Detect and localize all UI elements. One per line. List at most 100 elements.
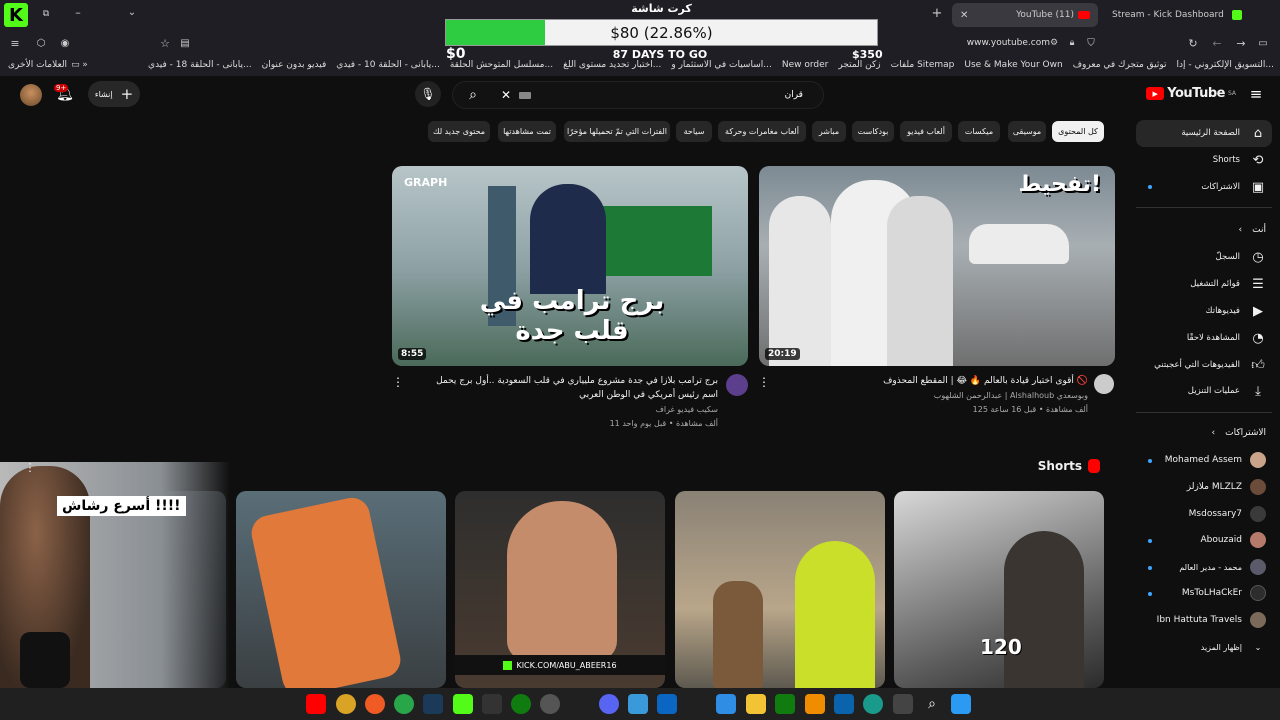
more-options-icon[interactable]: ⋮ — [392, 374, 404, 390]
chip-new-to-you[interactable]: محتوى جديد لك — [428, 121, 490, 142]
search-icon[interactable]: ⌕ — [465, 87, 481, 103]
avatar[interactable] — [20, 84, 42, 106]
discord-app-icon[interactable] — [599, 694, 619, 714]
chrome-app-icon[interactable] — [336, 694, 356, 714]
video-channel[interactable]: عبدالرحمن الشلهوب | Alshalhoub وبوسعدي — [790, 389, 1088, 403]
account-icon[interactable]: ◉ — [58, 36, 72, 50]
bookmark-item[interactable]: New order — [782, 60, 829, 70]
teams-app-icon[interactable] — [775, 694, 795, 714]
chip-music[interactable]: موسيقى — [1008, 121, 1046, 142]
video-title[interactable]: أقوى اختبار قيادة بالعالم 🔥 😂 | المقطع ا… — [790, 374, 1088, 388]
bookmark-item[interactable]: فيديو بدون عنوان — [262, 60, 327, 70]
steam-app-icon[interactable] — [423, 694, 443, 714]
bookmark-item[interactable]: التسويق الإلكتروني - إدا... — [1177, 60, 1274, 70]
more-options-icon[interactable]: ⋮ — [24, 460, 36, 474]
shield-icon[interactable]: ⛉ — [1085, 36, 1097, 50]
forward-icon[interactable]: ← — [1210, 36, 1224, 50]
outlook-app-icon[interactable] — [834, 694, 854, 714]
guide-menu-icon[interactable]: ≡ — [1248, 85, 1264, 103]
short-thumbnail[interactable] — [236, 491, 446, 688]
vlc-app-icon[interactable] — [805, 694, 825, 714]
video-thumbnail[interactable]: تفحيط! 20:19 — [759, 166, 1115, 366]
new-tab-icon[interactable]: + — [930, 6, 944, 21]
sidebar-item-home[interactable]: الصفحة الرئيسية ⌂ — [1126, 120, 1266, 146]
short-thumbnail[interactable] — [675, 491, 885, 688]
store-app-icon[interactable] — [657, 694, 677, 714]
sidebar-item-shorts[interactable]: Shorts ⟲ — [1126, 147, 1266, 173]
bookmark-star-icon[interactable]: ☆ — [158, 36, 172, 50]
sidebar-item-history[interactable]: السجلّ ◷ — [1126, 244, 1266, 270]
sidebar-sub-item[interactable]: Mohamed Assem — [1116, 447, 1266, 473]
photos-app-icon[interactable] — [628, 694, 648, 714]
show-more-button[interactable]: إظهار المزيد ⌄ — [1116, 634, 1266, 660]
back-icon[interactable]: → — [1234, 36, 1248, 50]
lock-icon[interactable]: 🔒︎ — [1066, 36, 1078, 50]
more-options-icon[interactable]: ⋮ — [758, 374, 770, 390]
reload-icon[interactable]: ↻ — [1186, 36, 1200, 50]
menu-icon[interactable]: ≡ — [8, 36, 22, 50]
video-title[interactable]: برج ترامب بلازا في جدة مشروع مليياري في … — [418, 374, 718, 402]
vscode-app-icon[interactable] — [716, 694, 736, 714]
sidebar-sub-item[interactable]: MsToLHaCkEr — [1116, 580, 1266, 606]
youtube-app-icon[interactable] — [306, 694, 326, 714]
extensions-icon[interactable]: ⬡ — [34, 36, 48, 50]
bookmark-item[interactable]: Use & Make Your Own — [964, 60, 1062, 70]
sidebar-sub-item[interactable]: Abouzaid — [1116, 527, 1266, 553]
short-thumbnail[interactable]: KICK.COM/ABU_ABEER16 — [455, 491, 665, 688]
sidebar-sub-item[interactable]: Ibn Hattuta Travels — [1116, 607, 1266, 633]
sidebar-sub-item[interactable]: Msdossary7 — [1116, 501, 1266, 527]
sidebar-item-liked[interactable]: الفيديوهات التي أعجبتني 👍︎ — [1126, 352, 1266, 378]
sidebar-item-your-videos[interactable]: فيديوهاتك ▶ — [1126, 298, 1266, 324]
bookmark-item[interactable]: أساسيات في الاستثمار و... — [671, 60, 771, 70]
url-field[interactable]: www.youtube.com — [900, 34, 1050, 52]
bookmark-item[interactable]: توثيق متجرك في معروف — [1073, 60, 1167, 70]
restore-window-icon[interactable]: ⧉ — [40, 8, 52, 20]
keyboard-icon[interactable] — [519, 92, 531, 99]
chip-video-games[interactable]: ألعاب فيديو — [900, 121, 952, 142]
bookmark-item[interactable]: زكن المتجر — [838, 60, 880, 70]
xbox-app-icon[interactable] — [511, 694, 531, 714]
video-channel[interactable]: سكيب فيديو غراف — [418, 403, 718, 417]
bookmarks-overflow-icon[interactable]: » — [80, 59, 90, 71]
task-view-icon[interactable] — [893, 694, 913, 714]
bookmark-item[interactable]: اختبار تحديد مستوى اللغ... — [563, 60, 661, 70]
bookmark-item[interactable]: يابانى - الحلقة 18 - فيدي... — [148, 60, 252, 70]
close-tab-icon[interactable]: ✕ — [960, 10, 968, 21]
kick-app-icon[interactable] — [453, 694, 473, 714]
create-button[interactable]: + إنشاء — [88, 81, 140, 107]
sidebar-sub-item[interactable]: ملازلز MLZLZ — [1116, 474, 1266, 500]
channel-avatar[interactable] — [1094, 374, 1114, 394]
epic-games-app-icon[interactable] — [482, 694, 502, 714]
sidebar-toggle-icon[interactable]: ▭ — [1256, 36, 1270, 50]
kick-logo[interactable]: K — [4, 3, 28, 27]
video-thumbnail[interactable]: GRAPH برج ترامب في قلب جدة 8:55 — [392, 166, 748, 366]
reader-view-icon[interactable]: ▤ — [178, 36, 192, 50]
chip-tourism[interactable]: سياحة — [676, 121, 712, 142]
sidebar-sub-item[interactable]: محمد - مدير العالم — [1116, 554, 1266, 580]
chip-watched[interactable]: تمت مشاهدتها — [498, 121, 556, 142]
search-input[interactable] — [543, 86, 803, 104]
search-taskbar-icon[interactable]: ⌕ — [922, 694, 942, 714]
short-thumbnail[interactable]: 120 — [894, 491, 1104, 688]
chrome-app-icon[interactable] — [394, 694, 414, 714]
sidebar-item-playlists[interactable]: قوائم التشغيل ☰ — [1126, 271, 1266, 297]
sidebar-subs-header[interactable]: ‹ الاشتراكات — [1126, 420, 1266, 446]
tab-kick-dashboard[interactable]: Stream - Kick Dashboard — [1104, 3, 1250, 27]
media-player-app-icon[interactable] — [540, 694, 560, 714]
sidebar-item-watch-later[interactable]: المشاهدة لاحقًا ◔ — [1126, 325, 1266, 351]
tab-list-chevron-icon[interactable]: ⌄ — [126, 6, 138, 18]
firefox-app-icon[interactable] — [365, 694, 385, 714]
voice-search-icon[interactable]: 🎙︎ — [415, 81, 441, 107]
sidebar-item-downloads[interactable]: عمليات التنزيل ⤓ — [1126, 378, 1266, 404]
file-explorer-app-icon[interactable] — [746, 694, 766, 714]
edge-app-icon[interactable] — [863, 694, 883, 714]
chip-mixes[interactable]: ميكسات — [958, 121, 1000, 142]
other-bookmarks[interactable]: العلامات الأخرى ▭ — [8, 60, 86, 70]
tab-youtube[interactable]: ✕ YouTube (11) — [952, 3, 1098, 27]
bookmark-item[interactable]: ملفات Sitemap — [891, 60, 955, 70]
chip-all[interactable]: كل المحتوى — [1052, 121, 1104, 142]
clear-search-icon[interactable]: ✕ — [499, 88, 513, 102]
site-settings-icon[interactable]: ⚙ — [1048, 36, 1060, 50]
sidebar-you-header[interactable]: ‹ أنت — [1126, 217, 1266, 243]
start-windows-icon[interactable] — [951, 694, 971, 714]
